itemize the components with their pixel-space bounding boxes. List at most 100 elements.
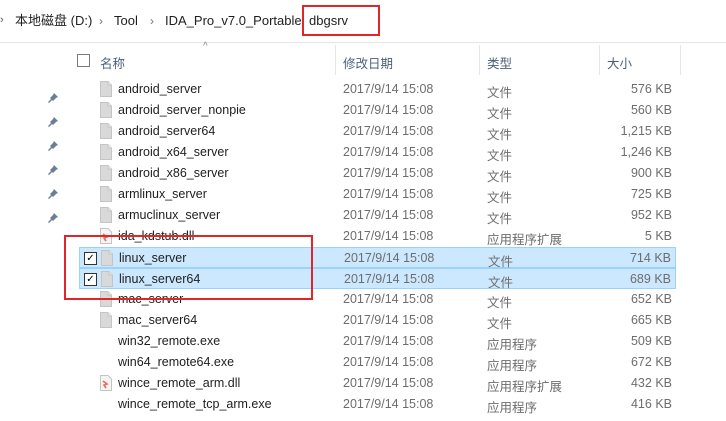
file-type: 应用程序 <box>487 359 538 373</box>
column-divider[interactable] <box>599 45 600 75</box>
column-divider[interactable] <box>680 45 681 75</box>
file-row[interactable]: android_server64 2017/9/14 15:08 文件 1,215 K… <box>79 121 676 142</box>
file-date: 2017/9/14 15:08 <box>343 124 434 138</box>
file-date: 2017/9/14 15:08 <box>343 292 434 306</box>
file-size: 689 KB <box>629 272 671 286</box>
file-size: 560 KB <box>630 103 672 117</box>
file-name: linux_server <box>119 251 187 265</box>
file-date: 2017/9/14 15:08 <box>344 272 435 286</box>
file-date: 2017/9/14 15:08 <box>343 376 434 390</box>
exe-file-icon <box>100 333 112 349</box>
file-row[interactable]: mac_server64 2017/9/14 15:08 文件 665 KB <box>79 310 676 331</box>
blank-file-icon <box>100 102 112 118</box>
file-row[interactable]: win32_remote.exe 2017/9/14 15:08 应用程序 509 K… <box>79 331 676 352</box>
file-type: 文件 <box>487 191 513 205</box>
file-date: 2017/9/14 15:08 <box>344 251 435 265</box>
dll-file-icon <box>100 375 112 391</box>
row-checkbox[interactable]: ✓ <box>84 252 97 265</box>
pin-icon[interactable] <box>48 117 58 127</box>
file-row[interactable]: wince_remote_arm.dll 2017/9/14 15:08 应用程序扩… <box>79 373 676 394</box>
file-type: 应用程序 <box>487 338 538 352</box>
navigation-pane <box>0 43 66 421</box>
chevron-right-icon: › <box>0 14 4 26</box>
file-type: 文件 <box>487 317 513 331</box>
file-date: 2017/9/14 15:08 <box>343 334 434 348</box>
file-row[interactable]: wince_remote_tcp_arm.exe 2017/9/14 15:08 应… <box>79 394 676 415</box>
pin-icon[interactable] <box>48 141 58 151</box>
file-name: win32_remote.exe <box>118 334 221 348</box>
file-name: wince_remote_tcp_arm.exe <box>118 397 272 411</box>
file-size: 1,246 KB <box>620 145 672 159</box>
file-row[interactable]: armuclinux_server 2017/9/14 15:08 文件 952 KB <box>79 205 676 226</box>
blank-file-icon <box>100 123 112 139</box>
file-name: mac_server <box>118 292 184 306</box>
file-type: 文件 <box>487 212 513 226</box>
file-name: win64_remote64.exe <box>118 355 235 369</box>
file-type: 文件 <box>487 296 513 310</box>
file-date: 2017/9/14 15:08 <box>343 313 434 327</box>
column-header-name[interactable]: 名称 <box>100 53 125 72</box>
pin-icon[interactable] <box>48 189 58 199</box>
file-date: 2017/9/14 15:08 <box>343 166 434 180</box>
file-type: 应用程序扩展 <box>487 233 563 247</box>
file-size: 576 KB <box>630 82 672 96</box>
annotation-highlight-box <box>302 5 380 36</box>
select-all-checkbox[interactable] <box>77 54 90 67</box>
pin-icon[interactable] <box>48 165 58 175</box>
file-row[interactable]: ✓ linux_server 2017/9/14 15:08 文件 714 KB <box>79 247 676 269</box>
file-size: 509 KB <box>630 334 672 348</box>
file-row[interactable]: win64_remote64.exe 2017/9/14 15:08 应用程序 672… <box>79 352 676 373</box>
file-row[interactable]: ida_kdstub.dll 2017/9/14 15:08 应用程序扩展 5 KB <box>79 226 676 247</box>
column-header-size[interactable]: 大小 <box>607 53 632 72</box>
address-bar[interactable]: › 本地磁盘 (D:) › Tool › IDA_Pro_v7.0_Portab… <box>0 0 726 43</box>
column-header-type[interactable]: 类型 <box>487 53 512 72</box>
file-size: 672 KB <box>630 355 672 369</box>
file-name: ida_kdstub.dll <box>118 229 195 243</box>
file-size: 432 KB <box>630 376 672 390</box>
file-row[interactable]: armlinux_server 2017/9/14 15:08 文件 725 KB <box>79 184 676 205</box>
file-row[interactable]: android_server 2017/9/14 15:08 文件 576 KB <box>79 79 676 100</box>
file-date: 2017/9/14 15:08 <box>343 103 434 117</box>
blank-file-icon <box>100 144 112 160</box>
file-row[interactable]: ✓ linux_server64 2017/9/14 15:08 文件 689 KB <box>79 268 676 290</box>
file-row[interactable]: android_server_nonpie 2017/9/14 15:08 文件 56… <box>79 100 676 121</box>
exe-file-icon <box>100 396 112 412</box>
file-size: 714 KB <box>629 251 671 265</box>
file-date: 2017/9/14 15:08 <box>343 397 434 411</box>
file-type: 应用程序 <box>487 401 538 415</box>
breadcrumb-separator[interactable]: › <box>150 13 154 29</box>
file-size: 652 KB <box>630 292 672 306</box>
blank-file-icon <box>101 271 113 287</box>
file-type: 文件 <box>487 149 513 163</box>
sort-ascending-icon: ^ <box>203 41 208 52</box>
file-size: 725 KB <box>630 187 672 201</box>
column-divider[interactable] <box>479 45 480 75</box>
file-row[interactable]: android_x86_server 2017/9/14 15:08 文件 900 K… <box>79 163 676 184</box>
breadcrumb-separator[interactable]: › <box>99 13 103 29</box>
blank-file-icon <box>100 207 112 223</box>
file-row[interactable]: mac_server 2017/9/14 15:08 文件 652 KB <box>79 289 676 310</box>
pin-icon[interactable] <box>48 213 58 223</box>
file-date: 2017/9/14 15:08 <box>343 187 434 201</box>
breadcrumb-separator[interactable]: › <box>294 13 298 29</box>
column-header-date[interactable]: 修改日期 <box>343 53 393 72</box>
breadcrumb-item-tool[interactable]: Tool <box>114 13 138 29</box>
blank-file-icon <box>100 165 112 181</box>
file-size: 1,215 KB <box>620 124 672 138</box>
file-name: android_server64 <box>118 124 216 138</box>
file-name: android_x64_server <box>118 145 229 159</box>
breadcrumb-item-drive[interactable]: 本地磁盘 (D:) <box>15 13 92 29</box>
file-name: armuclinux_server <box>118 208 221 222</box>
file-type: 文件 <box>487 170 513 184</box>
breadcrumb-item-ida[interactable]: IDA_Pro_v7.0_Portable <box>165 13 302 29</box>
blank-file-icon <box>101 250 113 266</box>
pin-icon[interactable] <box>48 93 58 103</box>
file-name: mac_server64 <box>118 313 198 327</box>
file-row[interactable]: android_x64_server 2017/9/14 15:08 文件 1,246… <box>79 142 676 163</box>
file-type: 文件 <box>487 128 513 142</box>
file-name: wince_remote_arm.dll <box>118 376 241 390</box>
blank-file-icon <box>100 312 112 328</box>
dll-file-icon <box>100 228 112 244</box>
column-divider[interactable] <box>335 45 336 75</box>
row-checkbox[interactable]: ✓ <box>84 273 97 286</box>
